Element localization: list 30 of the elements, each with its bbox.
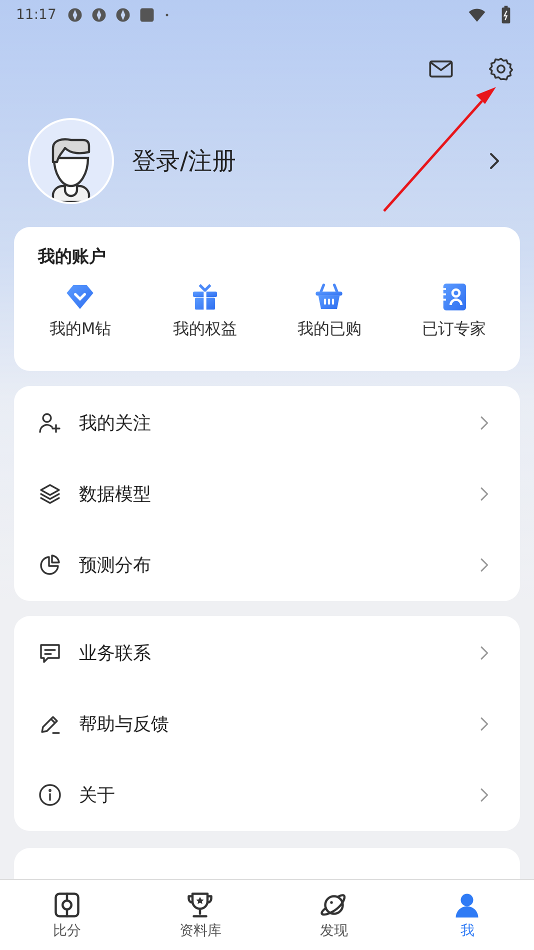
- status-time: 11:17: [16, 7, 56, 23]
- tab[interactable]: 资料库: [134, 880, 267, 950]
- info-icon: [38, 782, 62, 806]
- menu-item[interactable]: 预测分布: [14, 529, 520, 600]
- wifi-icon: [468, 6, 486, 24]
- scoreboard-icon: [52, 890, 82, 920]
- person-plus-icon: [38, 410, 62, 434]
- account-shortcut[interactable]: 我的M钻: [18, 280, 142, 341]
- account-shortcut[interactable]: 已订专家: [392, 280, 516, 341]
- tab[interactable]: 我: [400, 880, 534, 950]
- aperture-icon: [90, 6, 108, 24]
- aperture-icon: [66, 6, 84, 24]
- section-title: 我的账户: [38, 246, 106, 268]
- account-shortcut[interactable]: 我的已购: [267, 280, 392, 341]
- login-register-link[interactable]: 登录/注册: [132, 145, 482, 177]
- tab[interactable]: 比分: [0, 880, 134, 950]
- settings-button[interactable]: [488, 56, 514, 82]
- aperture-icon: [114, 6, 132, 24]
- layers-icon: [38, 482, 62, 506]
- pie-chart-icon: [38, 552, 62, 576]
- menu-item[interactable]: 帮助与反馈: [14, 688, 520, 759]
- trophy-icon: [185, 890, 216, 920]
- square-icon: [138, 6, 156, 24]
- menu-item[interactable]: 我的关注: [14, 387, 520, 458]
- tab[interactable]: 发现: [267, 880, 400, 950]
- menu-item[interactable]: 业务联系: [14, 617, 520, 688]
- account-shortcut[interactable]: 我的权益: [142, 280, 267, 341]
- settings-icon: [488, 56, 514, 82]
- menu-item[interactable]: 关于: [14, 759, 520, 830]
- menu-item[interactable]: 数据模型: [14, 458, 520, 529]
